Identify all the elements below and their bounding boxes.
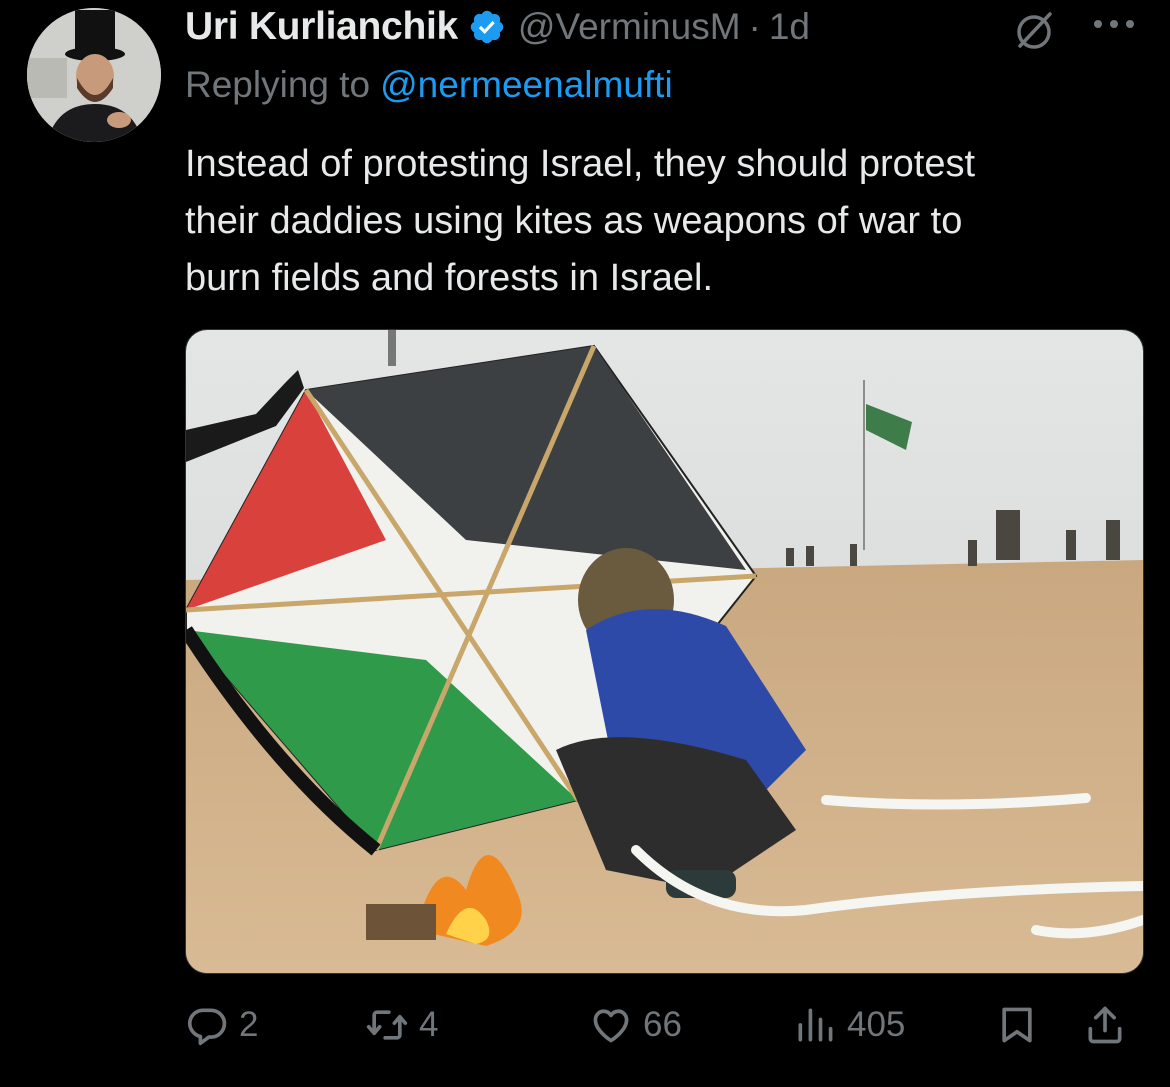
grok-icon[interactable] [1012,8,1056,52]
reply-button[interactable]: 2 [185,1000,258,1050]
reply-icon [187,1008,227,1046]
heart-icon [593,1009,629,1043]
views-button[interactable]: 405 [793,1000,905,1050]
replying-to-mention[interactable]: @nermeenalmufti [380,64,673,106]
share-icon [1088,1006,1122,1044]
reply-count: 2 [239,1005,259,1044]
tweet-header: Uri Kurlianchik @VerminusM · 1d [185,2,810,52]
repost-count: 4 [419,1005,439,1044]
author-handle[interactable]: @VerminusM [518,6,741,48]
replying-to-label: Replying to [185,64,371,105]
repost-button[interactable]: 4 [365,1000,438,1050]
views-count: 405 [847,1005,906,1044]
views-icon [798,1008,833,1042]
tweet-time[interactable]: 1d [769,6,810,48]
tweet-text-line: their daddies using kites as weapons of … [185,200,963,242]
action-bar: 2 4 66 405 [185,1000,1145,1050]
replying-to-line: Replying to @nermeenalmufti [185,60,673,110]
author-name[interactable]: Uri Kurlianchik [185,5,458,49]
tweet-text-line: Instead of protesting Israel, they shoul… [185,143,976,185]
like-button[interactable]: 66 [589,1000,682,1050]
like-count: 66 [643,1005,682,1044]
tweet-text: Instead of protesting Israel, they shoul… [185,136,1155,307]
separator-dot: · [748,6,761,47]
tweet-photo[interactable] [185,329,1144,974]
tweet-text-line: burn fields and forests in Israel. [185,257,714,299]
bookmark-button[interactable] [995,1000,1049,1050]
share-button[interactable] [1083,1000,1137,1050]
avatar[interactable] [27,8,161,142]
more-icon[interactable] [1090,14,1140,34]
verified-badge-icon[interactable] [468,8,506,46]
bookmark-icon [1002,1007,1032,1043]
repost-icon [366,1010,408,1040]
